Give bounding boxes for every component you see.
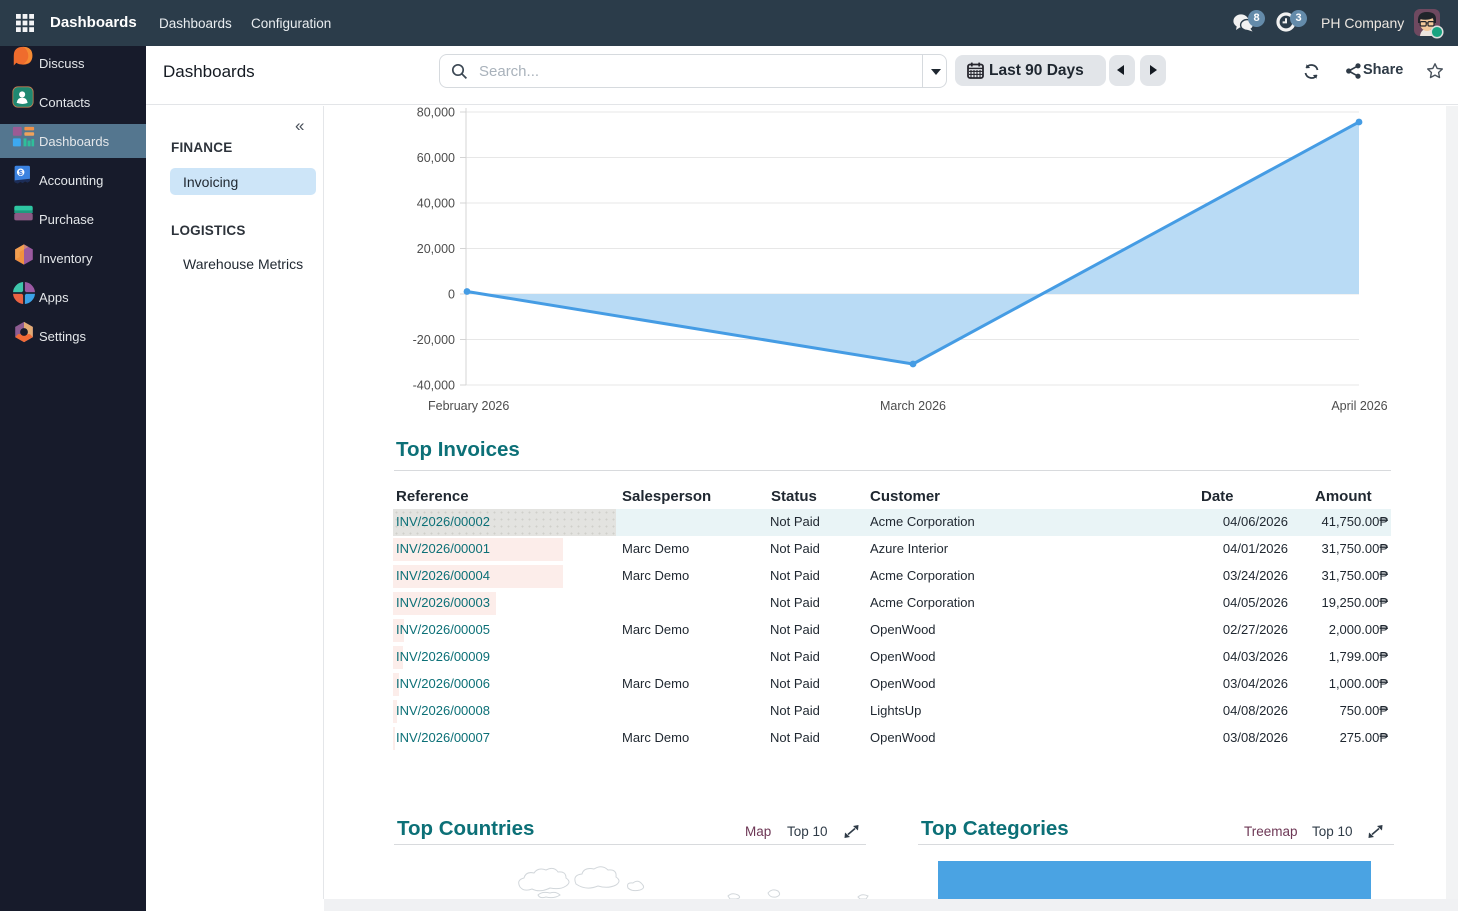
svg-text:40,000: 40,000 — [417, 197, 455, 211]
svg-text:80,000: 80,000 — [417, 106, 455, 120]
svg-text:60,000: 60,000 — [417, 151, 455, 165]
svg-text:-40,000: -40,000 — [413, 379, 455, 393]
svg-text:$: $ — [19, 168, 23, 177]
svg-text:0: 0 — [448, 288, 455, 302]
svg-text:-20,000: -20,000 — [413, 333, 455, 347]
svg-text:April 2026: April 2026 — [1331, 399, 1387, 413]
svg-text:20,000: 20,000 — [417, 242, 455, 256]
svg-text:February 2026: February 2026 — [428, 399, 509, 413]
svg-text:March 2026: March 2026 — [880, 399, 946, 413]
